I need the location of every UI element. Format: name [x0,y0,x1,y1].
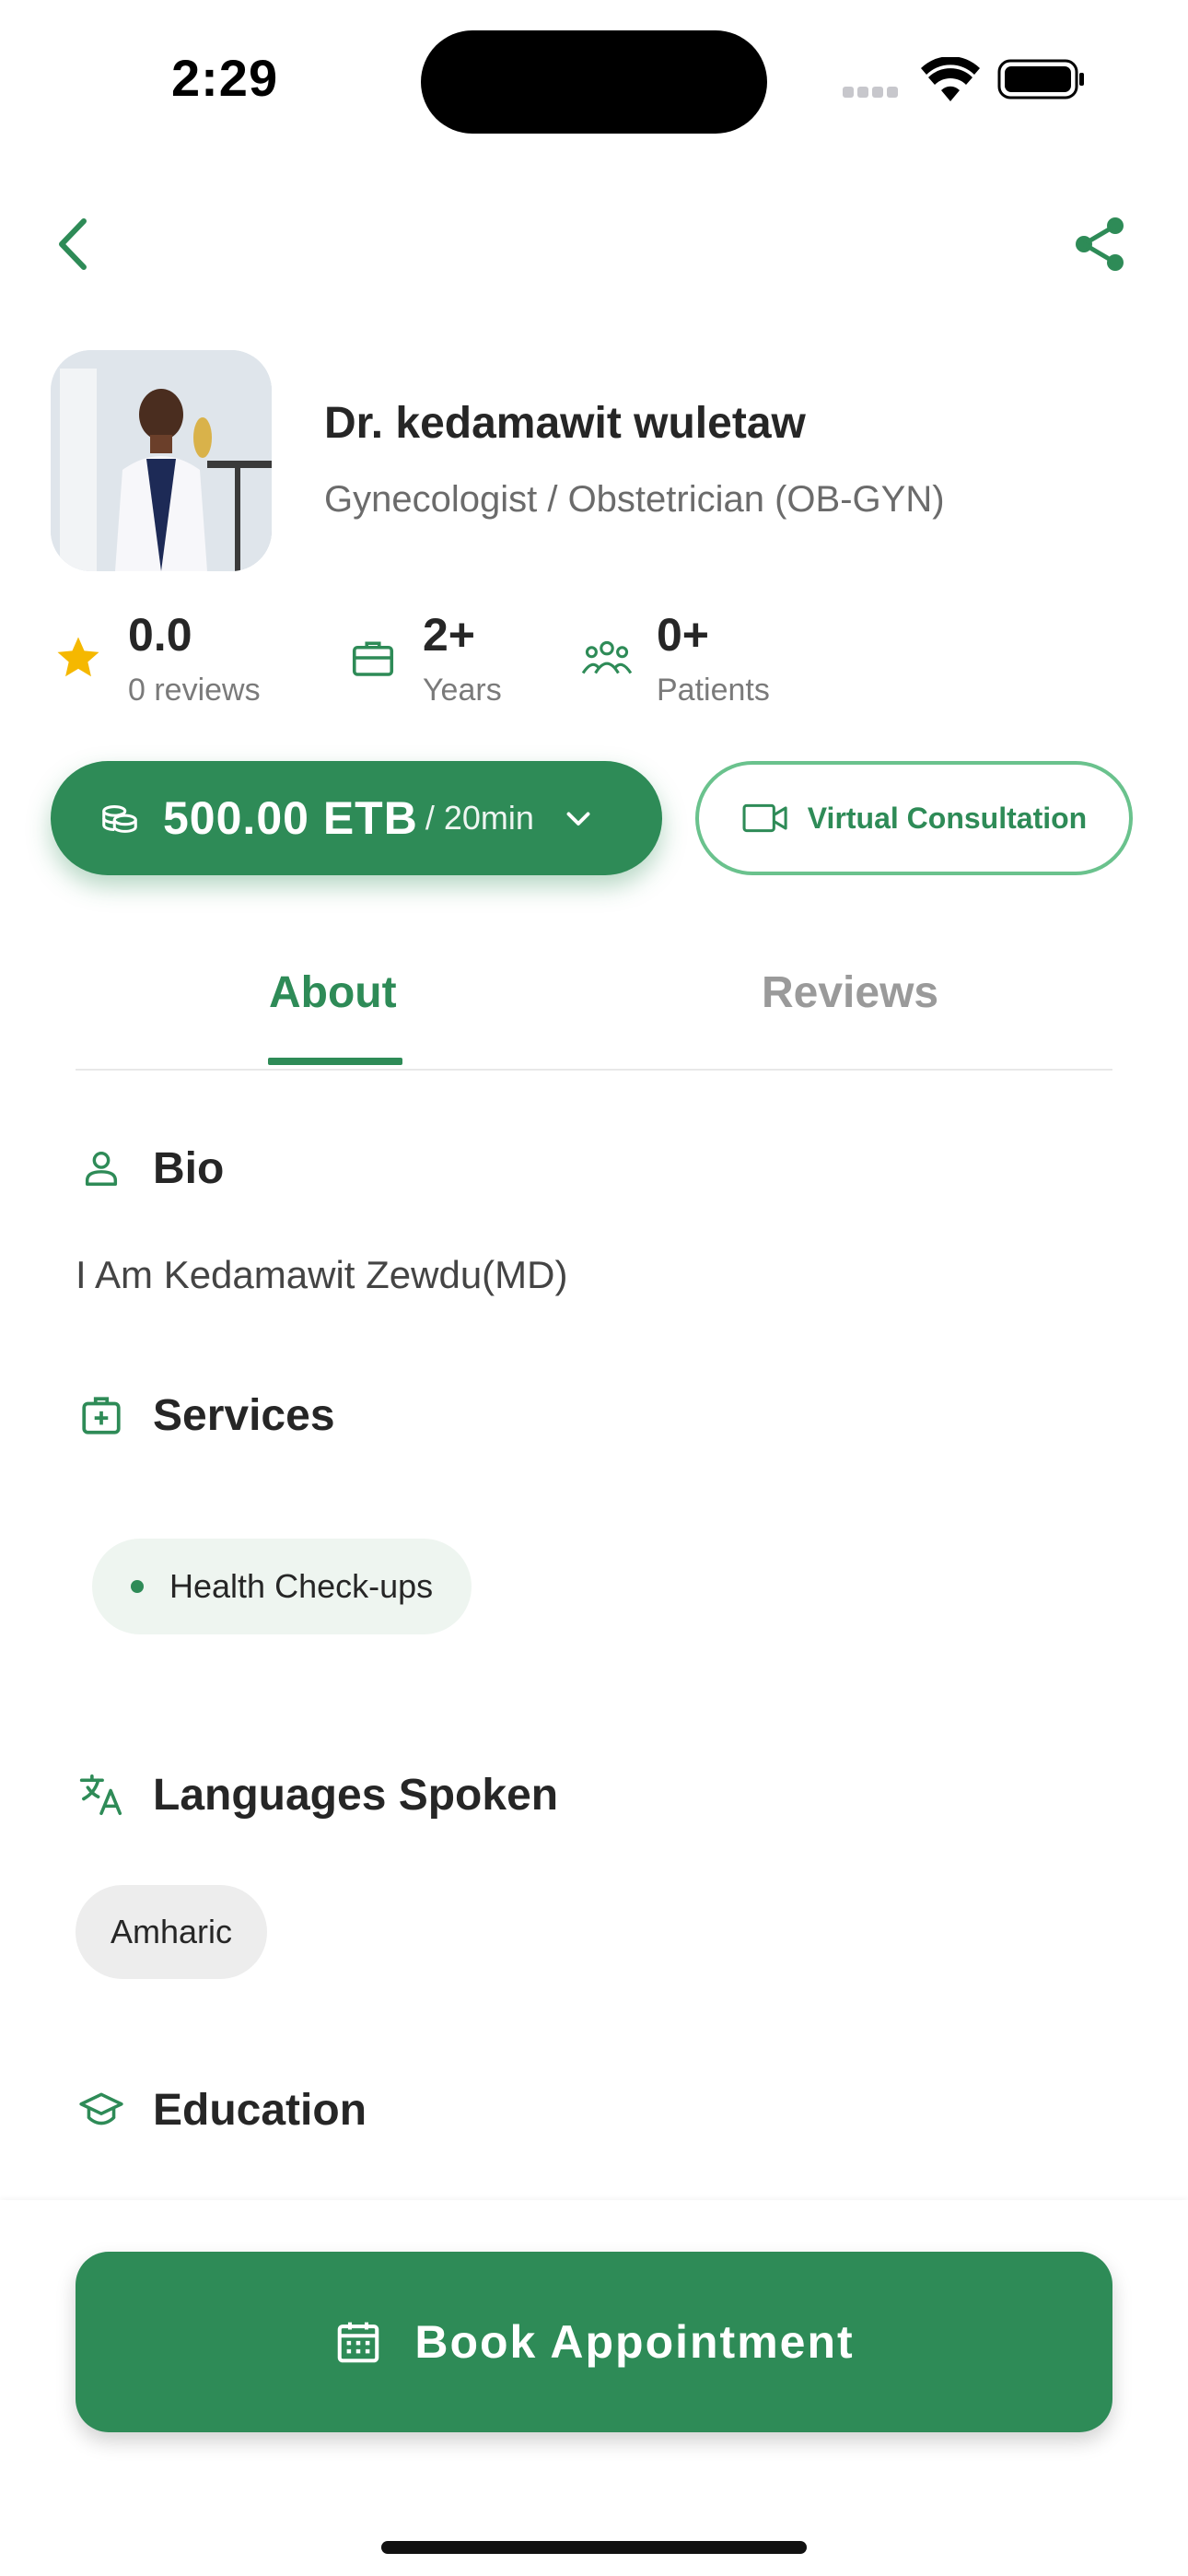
top-nav [0,203,1188,286]
tab-about[interactable]: About [269,967,397,1018]
doctor-stats: 0.0 0 reviews 2+ Years 0+ Patients [51,608,1156,719]
languages-section-header: Languages Spoken [76,1769,558,1821]
price-selector[interactable]: 500.00 ETB / 20min [51,761,662,875]
share-icon [1076,217,1124,271]
cellular-signal-icon [843,86,905,99]
education-section-header: Education [76,2084,367,2136]
coins-icon [99,797,141,839]
medical-kit-icon [76,1389,127,1441]
book-appointment-label: Book Appointment [414,2316,855,2368]
translate-icon [76,1769,127,1821]
status-bar: 2:29 [0,0,1188,157]
book-appointment-button[interactable]: Book Appointment [76,2252,1112,2432]
services-section-header: Services [76,1389,335,1441]
rating-value: 0.0 [128,609,192,661]
price-duration: / 20min [425,799,534,837]
graduation-cap-icon [76,2084,127,2136]
bottom-action-bar: Book Appointment [0,2200,1188,2576]
battery-icon [997,59,1086,100]
service-chip-label: Health Check-ups [169,1567,434,1605]
bio-section-header: Bio [76,1142,224,1194]
doctor-specialty: Gynecologist / Obstetrician (OB-GYN) [324,479,945,520]
patients-icon [579,630,635,685]
education-title: Education [153,2085,367,2135]
home-indicator [381,2541,807,2554]
wifi-icon [921,56,980,103]
bullet-dot [131,1580,144,1593]
chevron-down-icon [562,802,595,835]
star-icon [51,630,106,685]
doctor-name: Dr. kedamawit wuletaw [324,399,806,448]
chevron-left-icon [59,218,87,270]
virtual-consultation-button[interactable]: Virtual Consultation [695,761,1133,875]
patients-value: 0+ [657,609,710,661]
calendar-icon [333,2317,383,2367]
doctor-profile: Dr. kedamawit wuletaw Gynecologist / Obs… [51,350,1156,571]
back-button[interactable] [33,203,116,286]
languages-title: Languages Spoken [153,1770,559,1820]
share-button[interactable] [1059,203,1142,286]
language-chip: Amharic [76,1885,268,1979]
experience-label: Years [423,673,502,708]
bio-text: I Am Kedamawit Zewdu(MD) [76,1253,568,1296]
virtual-consultation-label: Virtual Consultation [807,801,1088,835]
bio-title: Bio [153,1143,225,1193]
person-icon [76,1142,127,1194]
dynamic-island [421,30,767,134]
language-chip-label: Amharic [111,1913,233,1950]
rating-label: 0 reviews [128,673,261,708]
profile-tabs: About Reviews [76,949,1112,1071]
status-time: 2:29 [171,49,279,107]
price-amount: 500.00 ETB [163,792,418,844]
briefcase-icon [345,630,401,685]
doctor-avatar [51,350,272,571]
services-title: Services [153,1390,335,1440]
tab-reviews[interactable]: Reviews [762,967,938,1018]
experience-value: 2+ [423,609,476,661]
service-chip: Health Check-ups [92,1539,472,1634]
patients-label: Patients [657,673,770,708]
video-camera-icon [741,802,789,834]
active-tab-indicator [268,1058,402,1065]
